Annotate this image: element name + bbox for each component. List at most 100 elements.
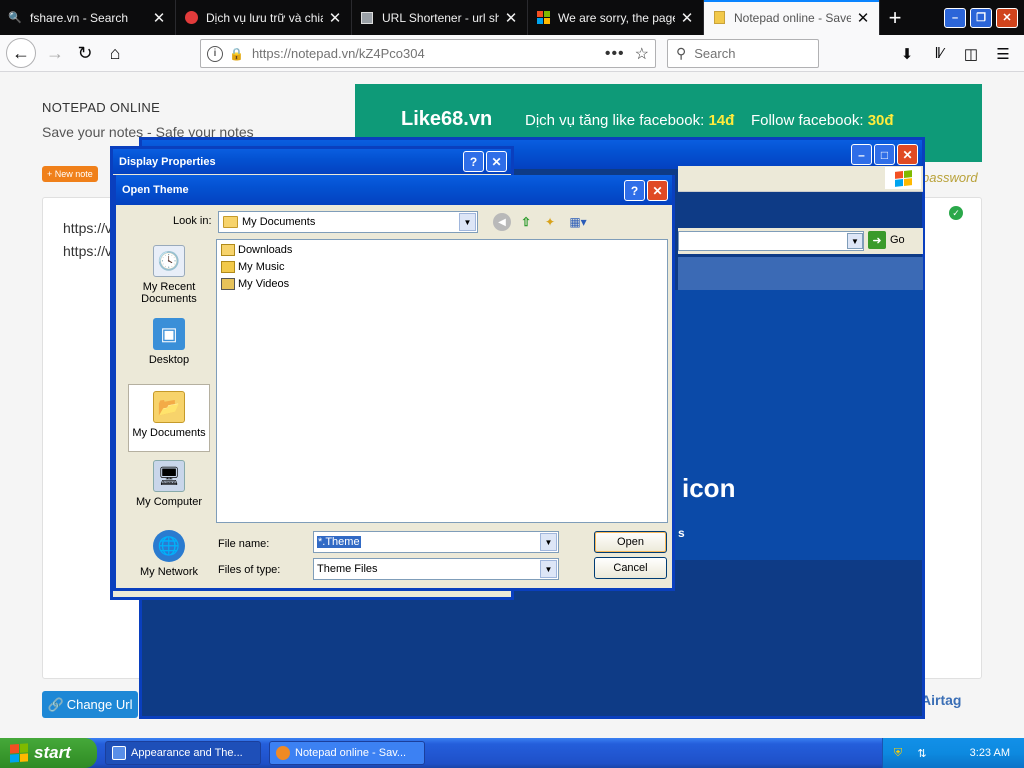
tab-we-are-sorry[interactable]: We are sorry, the page y ✕	[528, 0, 704, 35]
tab-url-shortener[interactable]: URL Shortener - url shor ✕	[352, 0, 528, 35]
files-of-type-value: Theme Files	[317, 563, 378, 575]
open-theme-controls: ? ✕	[624, 180, 668, 201]
display-properties-controls: ? ✕	[463, 151, 507, 172]
minimize-button[interactable]: –	[944, 7, 966, 28]
ad-price-1: 14đ	[708, 112, 735, 129]
close-button[interactable]: ✕	[647, 180, 668, 201]
taskbar-item-appearance[interactable]: Appearance and The...	[105, 741, 261, 765]
cancel-button[interactable]: Cancel	[594, 557, 667, 579]
reload-button[interactable]: ↻	[70, 38, 100, 68]
look-in-select[interactable]: My Documents ▼	[218, 211, 478, 233]
my-network-icon: 🌐	[153, 530, 185, 562]
page-actions-icon[interactable]: •••	[605, 45, 625, 63]
place-my-computer[interactable]: 🖥 My Computer	[128, 460, 210, 508]
open-theme-titlebar[interactable]: Open Theme	[116, 175, 672, 205]
display-properties-icon	[112, 746, 126, 760]
url-text[interactable]: https://notepad.vn/kZ4Pco304	[252, 46, 605, 61]
close-tab-icon[interactable]: ✕	[327, 9, 343, 27]
restore-button[interactable]: ❐	[970, 7, 992, 28]
place-label: Desktop	[148, 354, 190, 366]
network-icon[interactable]: ⇅	[915, 746, 929, 760]
new-folder-button[interactable]: ✦	[541, 213, 559, 231]
dialog-toolbar: ◀ ⇧ ✦ ▦▾	[493, 213, 591, 231]
tab-fshare-search[interactable]: 🔍 fshare.vn - Search ✕	[0, 0, 176, 35]
address-input[interactable]: ▼	[678, 231, 864, 251]
chevron-down-icon[interactable]: ▼	[540, 560, 557, 578]
place-my-recent-documents[interactable]: 🕓 My Recent Documents	[128, 245, 210, 305]
url-bar[interactable]: i 🔒 https://notepad.vn/kZ4Pco304 ••• ☆	[200, 39, 656, 68]
reload-icon: ↻	[77, 42, 93, 63]
download-icon[interactable]: ⬇	[896, 43, 918, 65]
file-list[interactable]: Downloads My Music My Videos	[216, 239, 668, 523]
window-controls: – ❐ ✕	[944, 0, 1024, 35]
ad-text: Dịch vụ tăng like facebook: 14đ Follow f…	[525, 112, 894, 129]
forward-button[interactable]: →	[40, 38, 70, 68]
minimize-button[interactable]: –	[851, 144, 872, 165]
files-of-type-select[interactable]: Theme Files ▼	[313, 558, 559, 580]
tab-dich-vu[interactable]: Dịch vụ lưu trữ và chia s ✕	[176, 0, 352, 35]
my-documents-icon: 📂	[153, 391, 185, 423]
background-band	[678, 257, 923, 290]
new-tab-button[interactable]: +	[880, 0, 910, 35]
tab-notepad-online[interactable]: Notepad online - Save n ✕	[704, 0, 880, 35]
tab-label: fshare.vn - Search	[30, 10, 129, 25]
chevron-down-icon[interactable]: ▼	[459, 213, 476, 231]
desktop-icon: ▣	[153, 318, 185, 350]
list-item[interactable]: My Music	[221, 261, 284, 273]
close-tab-icon[interactable]: ✕	[151, 9, 167, 27]
bookmark-star-icon[interactable]: ☆	[635, 44, 649, 64]
change-url-button[interactable]: 🔗 Change Url	[42, 691, 138, 718]
up-folder-button[interactable]: ⇧	[517, 213, 535, 231]
go-button[interactable]: ➜ Go	[868, 231, 905, 249]
views-menu-button[interactable]: ▦▾	[565, 213, 591, 231]
close-button[interactable]: ✕	[897, 144, 918, 165]
place-my-documents[interactable]: 📂 My Documents	[128, 384, 210, 452]
go-label: Go	[890, 234, 905, 246]
close-tab-icon[interactable]: ✕	[503, 9, 519, 27]
close-button[interactable]: ✕	[486, 151, 507, 172]
display-properties-titlebar[interactable]: Display Properties	[113, 149, 511, 174]
list-item[interactable]: Downloads	[221, 244, 292, 256]
close-tab-icon[interactable]: ✕	[855, 9, 871, 27]
close-tab-icon[interactable]: ✕	[679, 9, 695, 27]
lock-icon[interactable]: 🔒	[229, 47, 244, 61]
password-link[interactable]: password	[922, 170, 978, 185]
maximize-button[interactable]: □	[874, 144, 895, 165]
info-icon[interactable]: i	[207, 45, 223, 62]
clock: 3:23 AM	[969, 747, 1010, 759]
back-button[interactable]: ◀	[493, 213, 511, 231]
my-computer-icon: 🖥	[153, 460, 185, 492]
chevron-down-icon[interactable]: ▼	[540, 533, 557, 551]
help-button[interactable]: ?	[463, 151, 484, 172]
place-label: My Documents	[132, 427, 206, 439]
ad-price-2: 30đ	[867, 112, 894, 129]
ad-text-2: Follow facebook:	[750, 112, 868, 129]
open-theme-title: Open Theme	[122, 184, 189, 196]
list-item[interactable]: My Videos	[221, 278, 289, 290]
search-input[interactable]: ⚲ Search	[667, 39, 819, 68]
firefox-icon	[276, 746, 290, 760]
folder-icon	[223, 216, 238, 228]
background-address-row: ▼ ➜ Go	[678, 228, 923, 254]
menu-icon[interactable]: ☰	[992, 43, 1014, 65]
place-label: My Computer	[135, 496, 203, 508]
search-icon: 🔍	[8, 12, 22, 24]
place-my-network[interactable]: 🌐 My Network	[128, 530, 210, 578]
sidebar-icon[interactable]: ◫	[960, 43, 982, 65]
help-button[interactable]: ?	[624, 180, 645, 201]
library-icon[interactable]: ‖⁄	[928, 43, 950, 65]
back-button[interactable]: ←	[6, 38, 36, 68]
home-button[interactable]: ⌂	[100, 38, 130, 68]
new-note-button[interactable]: + New note	[42, 166, 98, 182]
place-desktop[interactable]: ▣ Desktop	[128, 318, 210, 366]
close-window-button[interactable]: ✕	[996, 7, 1018, 28]
chevron-down-icon[interactable]: ▼	[847, 233, 863, 249]
search-placeholder: Search	[694, 46, 736, 61]
open-button[interactable]: Open	[594, 531, 667, 553]
start-button[interactable]: start	[0, 738, 97, 768]
file-name-input[interactable]: *.Theme ▼	[313, 531, 559, 553]
home-icon: ⌂	[109, 42, 121, 63]
airtag-link[interactable]: Airtag	[921, 692, 961, 708]
security-shield-icon[interactable]: ⛨	[891, 746, 905, 760]
taskbar-item-notepad-online[interactable]: Notepad online - Sav...	[269, 741, 425, 765]
